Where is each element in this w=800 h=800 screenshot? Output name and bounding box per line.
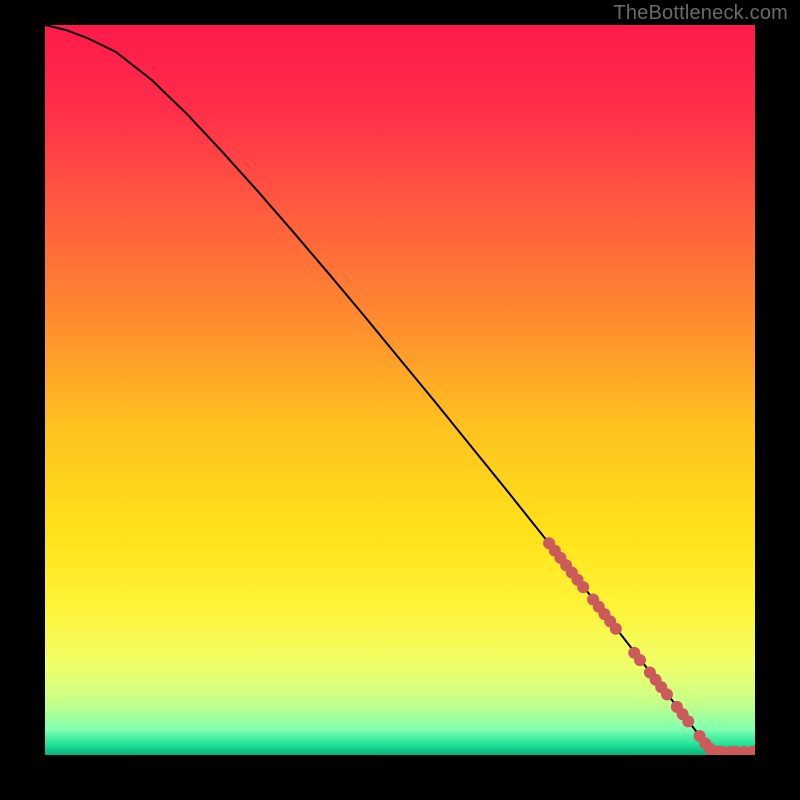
plot-area xyxy=(45,25,755,755)
data-marker xyxy=(634,654,646,666)
data-marker xyxy=(661,688,673,700)
data-marker xyxy=(610,623,622,635)
chart-stage: TheBottleneck.com xyxy=(0,0,800,800)
data-marker xyxy=(577,581,589,593)
gradient-rect xyxy=(45,25,755,755)
chart-svg xyxy=(45,25,755,755)
watermark-text: TheBottleneck.com xyxy=(613,2,788,25)
data-marker xyxy=(682,715,694,727)
